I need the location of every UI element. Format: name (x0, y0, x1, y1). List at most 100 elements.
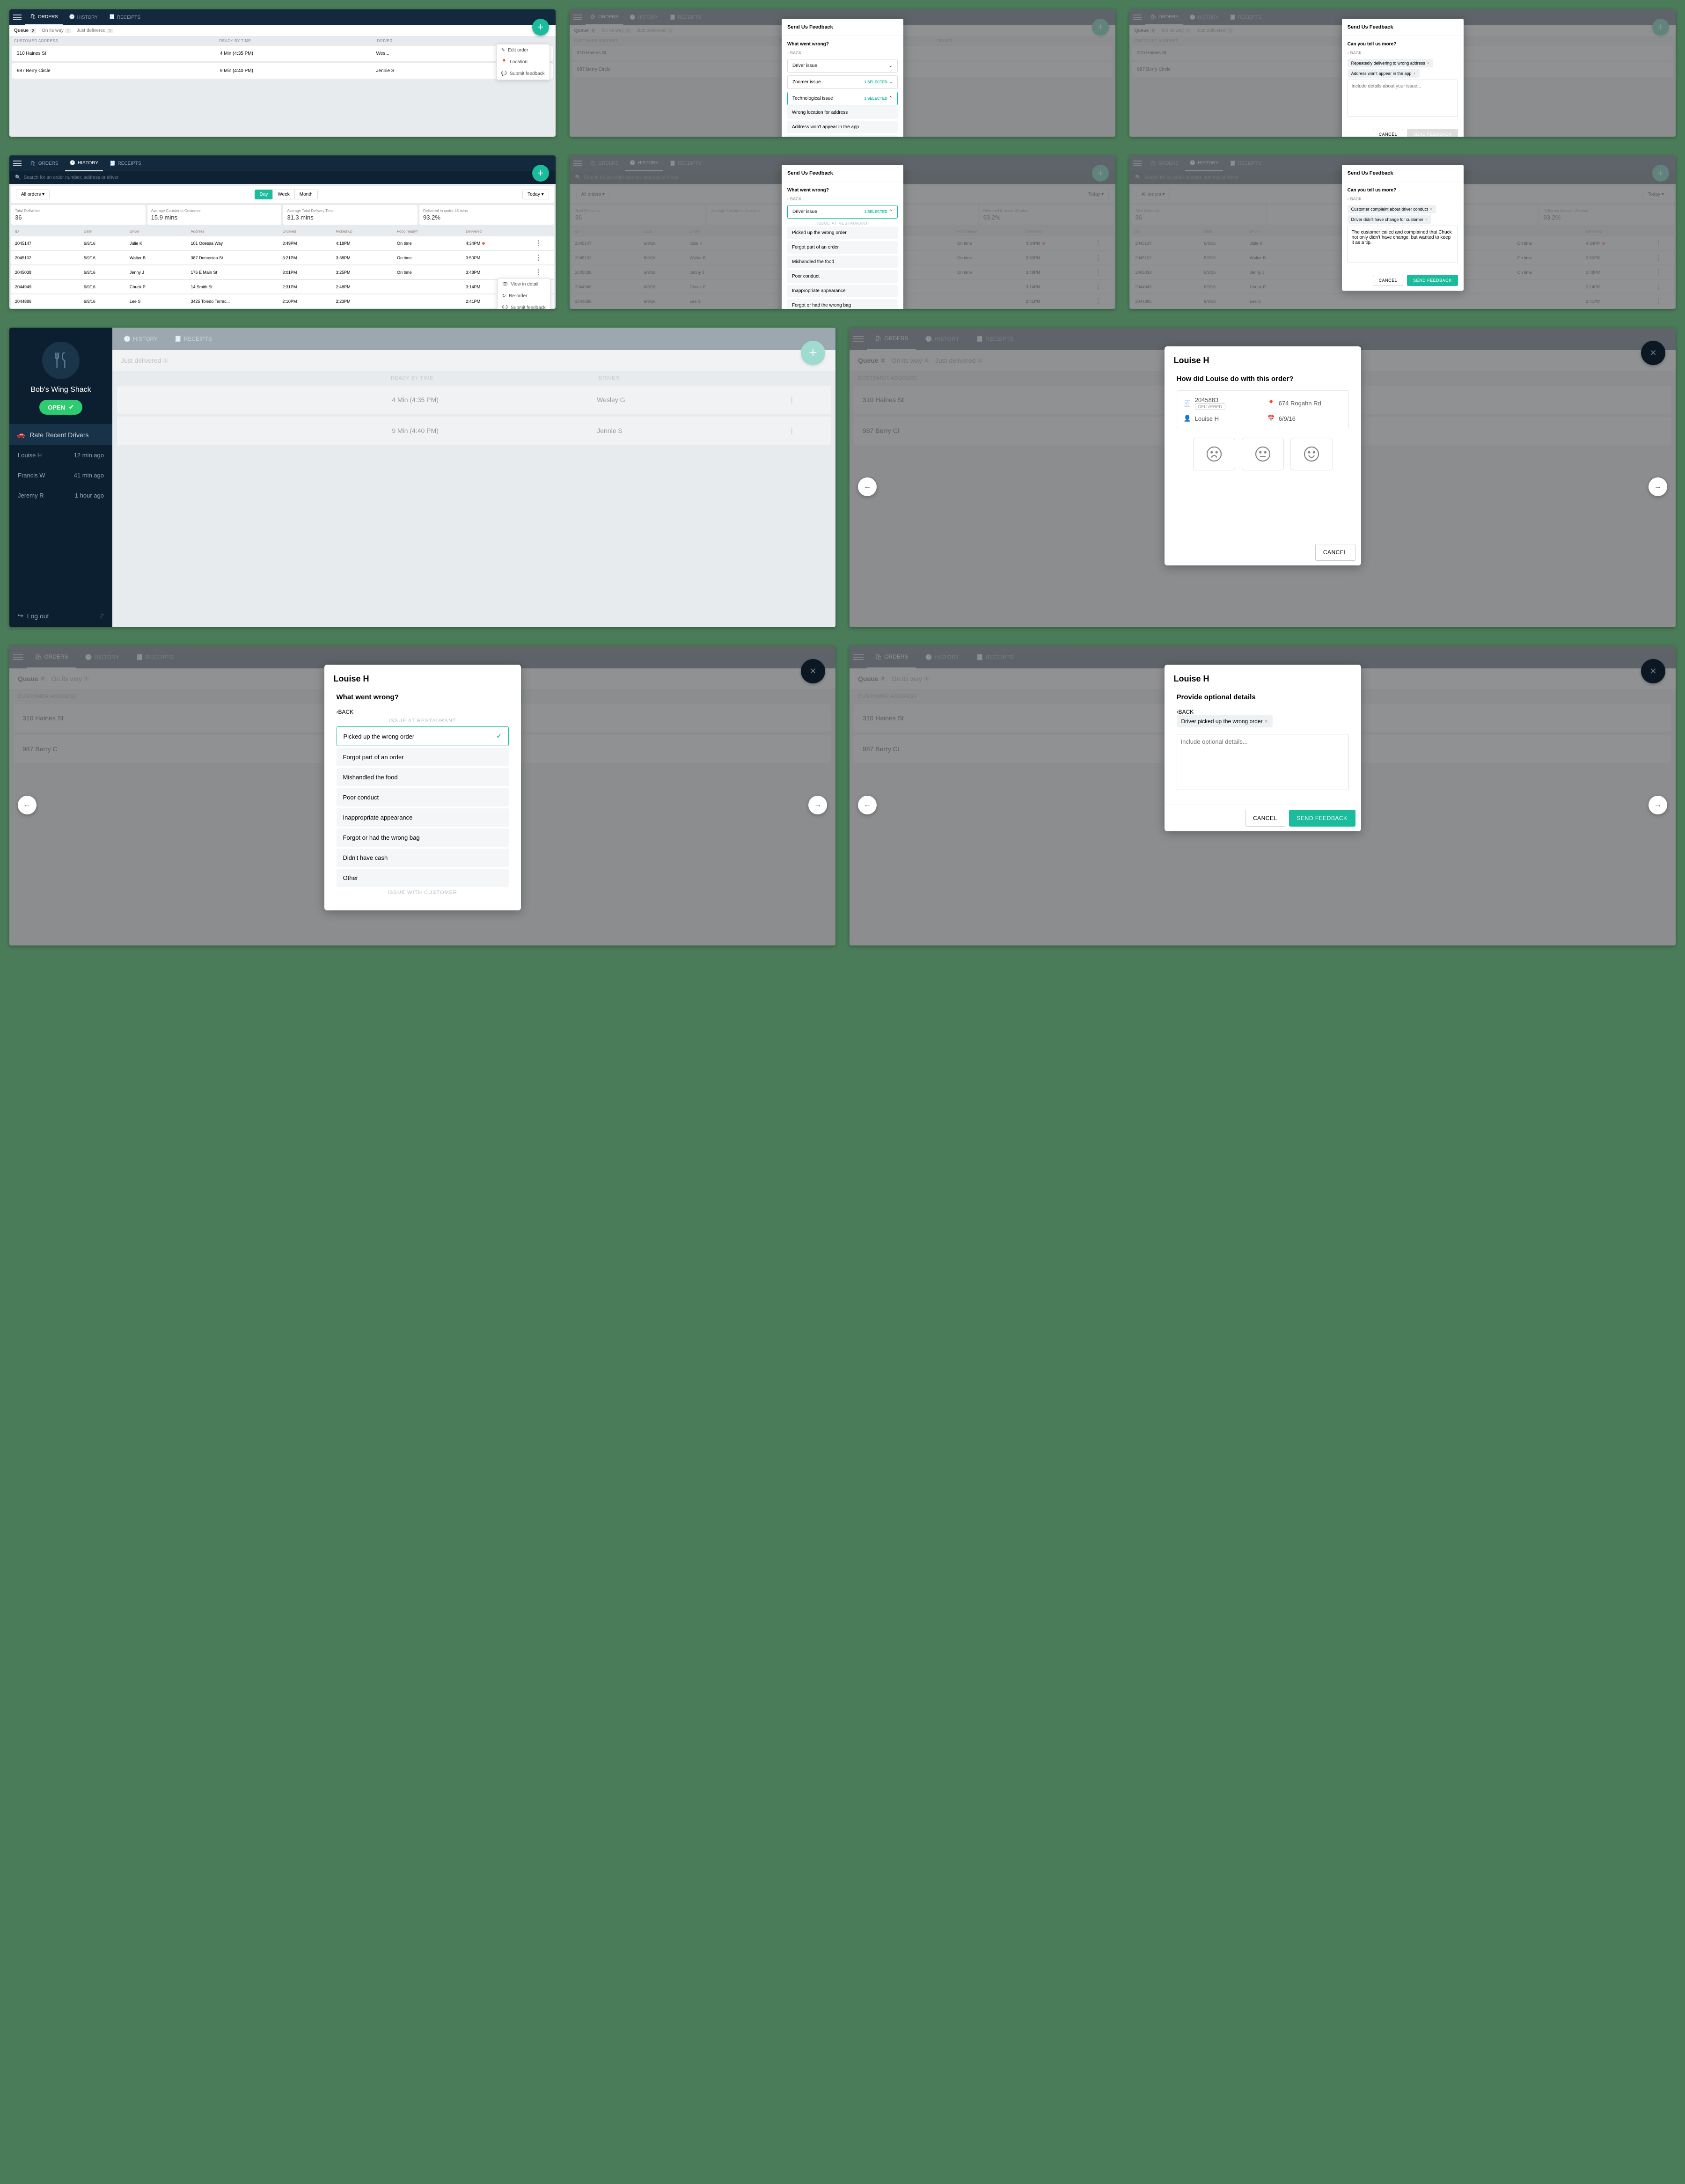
back-button[interactable]: ‹BACK (787, 197, 898, 201)
tag-chip: Address won't appear in the app× (1348, 69, 1420, 78)
send-feedback-button[interactable]: SEND FEEDBACK (1407, 275, 1458, 286)
details-textarea[interactable] (1177, 734, 1349, 790)
rate-opt[interactable]: Other (337, 869, 509, 887)
order-row[interactable]: 310 Haines St4 Min (4:35 PM)Wes... ✎Edit… (12, 46, 553, 61)
history-row[interactable]: 20451025/9/16Walter B387 Domenica St3:21… (11, 251, 554, 264)
tab-history[interactable]: 🕑HISTORY (65, 155, 103, 171)
group-tech-issue[interactable]: Technological issue1 SELECTED ⌃ (787, 92, 898, 105)
tab-orders[interactable]: 🛍ORDERS (25, 9, 63, 25)
group-driver-issue[interactable]: Driver issue1 SELECTED ⌃ (787, 205, 898, 219)
sidebar-rate-drivers[interactable]: 🚗Rate Recent Drivers (9, 424, 112, 445)
screen-rate-optional-details: 🛍ORDERS🕑HISTORY🧾RECEIPTS Queue2On its wa… (850, 646, 1676, 945)
prev-arrow[interactable]: ← (858, 477, 877, 496)
ctx-eye[interactable]: 👁View in detail (498, 278, 550, 290)
filter-month[interactable]: Month (294, 190, 318, 199)
cancel-button[interactable]: CANCEL (1373, 275, 1404, 286)
search-bar[interactable]: 🔍Search for an order number, address or … (9, 171, 556, 184)
remove-chip-icon[interactable]: × (1413, 71, 1415, 76)
prev-arrow[interactable]: ← (18, 796, 37, 814)
question-wrong: What went wrong? (787, 42, 898, 47)
history-row[interactable]: 20450386/9/16Jenny J176 E Main St3:01PM3… (11, 265, 554, 279)
logout-button[interactable]: ↪Log out (18, 612, 49, 620)
rate-opt[interactable]: Inappropriate appearance (337, 808, 509, 827)
next-arrow[interactable]: → (808, 796, 827, 814)
driver-opt[interactable]: Forgot or had the wrong bag (787, 299, 898, 309)
driver-opt[interactable]: Poor conduct (787, 270, 898, 283)
send-feedback-button[interactable]: SEND FEEDBACK (1407, 129, 1458, 137)
remove-chip-icon[interactable]: × (1425, 217, 1428, 222)
ctx-reload[interactable]: ↻Re-order (498, 290, 550, 302)
rate-opt[interactable]: Didn't have cash (337, 849, 509, 867)
driver-opt[interactable]: Forgot part of an order (787, 241, 898, 254)
ctx-submit-feedback[interactable]: 💬Submit feedback (497, 68, 549, 80)
driver-opt[interactable]: Inappropriate appearance (787, 285, 898, 297)
history-row[interactable]: 20449496/9/16Chuck P14 Smith St2:31PM2:4… (11, 280, 554, 293)
row-actions-icon[interactable] (527, 240, 550, 246)
filter-day[interactable]: Day (255, 190, 273, 199)
row-actions-icon[interactable] (527, 255, 550, 261)
check-icon: ✓ (497, 733, 502, 740)
history-row[interactable]: 20451476/9/16Julie K101 Odessa Way3:49PM… (11, 236, 554, 250)
add-order-fab[interactable]: + (532, 19, 549, 36)
ctx-chat[interactable]: 💬Submit feedback (498, 302, 550, 309)
filter-all-orders[interactable]: All orders ▾ (16, 190, 50, 199)
opt-wrong-addr[interactable]: Wrong address entered (787, 135, 898, 137)
order-row[interactable]: 987 Berry Circle9 Min (4:40 PM)Jennie S (12, 63, 553, 79)
sidebar-driver-item[interactable]: Louise H12 min ago (9, 445, 112, 465)
rate-opt[interactable]: Mishandled the food (337, 768, 509, 786)
tab-receipts[interactable]: 🧾RECEIPTS (105, 155, 146, 171)
screen-history-ctxmenu: 🛍ORDERS🕑HISTORY🧾RECEIPTS + 🔍Search for a… (9, 155, 556, 309)
rate-wrong-modal: Louise H What went wrong? ‹BACK ISSUE AT… (324, 665, 521, 910)
rate-happy[interactable] (1290, 438, 1333, 470)
menu-icon[interactable] (13, 13, 22, 22)
details-textarea[interactable] (1348, 226, 1458, 263)
next-arrow[interactable]: → (1648, 477, 1667, 496)
remove-chip-icon[interactable]: × (1430, 207, 1432, 212)
prev-arrow[interactable]: ← (858, 796, 877, 814)
sidebar-driver-item[interactable]: Jeremy R1 hour ago (9, 485, 112, 506)
opt-wrong-location[interactable]: Wrong location for address (787, 106, 898, 119)
driver-opt[interactable]: Mishandled the food (787, 256, 898, 268)
row-actions-icon[interactable] (527, 269, 550, 275)
ctx-location[interactable]: 📍Location (497, 56, 549, 68)
rate-opt[interactable]: Poor conduct (337, 788, 509, 806)
group-driver-issue[interactable]: Driver issue⌄ (787, 59, 898, 73)
send-feedback-button[interactable]: SEND FEEDBACK (1289, 810, 1355, 827)
subtab-queue[interactable]: Queue2 (14, 28, 36, 33)
details-textarea[interactable] (1348, 80, 1458, 117)
filter-today[interactable]: Today ▾ (522, 190, 549, 199)
back-button[interactable]: ‹BACK (1177, 709, 1349, 715)
chevron-left-icon: ‹ (787, 51, 789, 55)
driver-opt[interactable]: Picked up the wrong order (787, 227, 898, 239)
rate-opt[interactable]: Picked up the wrong order✓ (337, 726, 509, 746)
rate-opt[interactable]: Forgot part of an order (337, 748, 509, 766)
back-button[interactable]: ‹BACK (787, 51, 898, 55)
restaurant-logo (42, 342, 80, 379)
status-open-toggle[interactable]: OPEN✔ (39, 400, 82, 415)
tab-orders[interactable]: 🛍ORDERS (25, 155, 63, 171)
rate-sad[interactable] (1193, 438, 1235, 470)
tab-receipts[interactable]: 🧾RECEIPTS (104, 9, 145, 25)
subtab-onway[interactable]: On its way1 (42, 28, 71, 33)
opt-addr-missing[interactable]: Address won't appear in the app (787, 121, 898, 133)
back-button[interactable]: ‹BACK (1348, 197, 1458, 201)
remove-chip-icon[interactable]: × (1265, 718, 1268, 725)
filter-week[interactable]: Week (272, 190, 294, 199)
sidebar-driver-item[interactable]: Francis W41 min ago (9, 465, 112, 485)
back-button[interactable]: ‹BACK (1348, 51, 1458, 55)
cancel-button[interactable]: CANCEL (1245, 810, 1285, 827)
menu-icon[interactable] (13, 159, 22, 168)
tab-history[interactable]: 🕑HISTORY (65, 9, 103, 25)
history-row[interactable]: 20448866/9/16Lee S3425 Toledo Terrac...2… (11, 294, 554, 308)
next-arrow[interactable]: → (1648, 796, 1667, 814)
back-button[interactable]: ‹BACK (337, 709, 509, 715)
cancel-button[interactable]: CANCEL (1315, 544, 1355, 561)
rate-opt[interactable]: Forgot or had the wrong bag (337, 828, 509, 847)
cancel-button[interactable]: CANCEL (1373, 129, 1404, 137)
rate-neutral[interactable] (1242, 438, 1284, 470)
add-order-fab[interactable]: + (532, 165, 549, 182)
remove-chip-icon[interactable]: × (1427, 61, 1429, 66)
subtab-justdel[interactable]: Just delivered1 (77, 28, 113, 33)
group-zoomer-issue[interactable]: Zoomer issue1 SELECTED ⌄ (787, 75, 898, 89)
ctx-edit-order[interactable]: ✎Edit order (497, 44, 549, 56)
